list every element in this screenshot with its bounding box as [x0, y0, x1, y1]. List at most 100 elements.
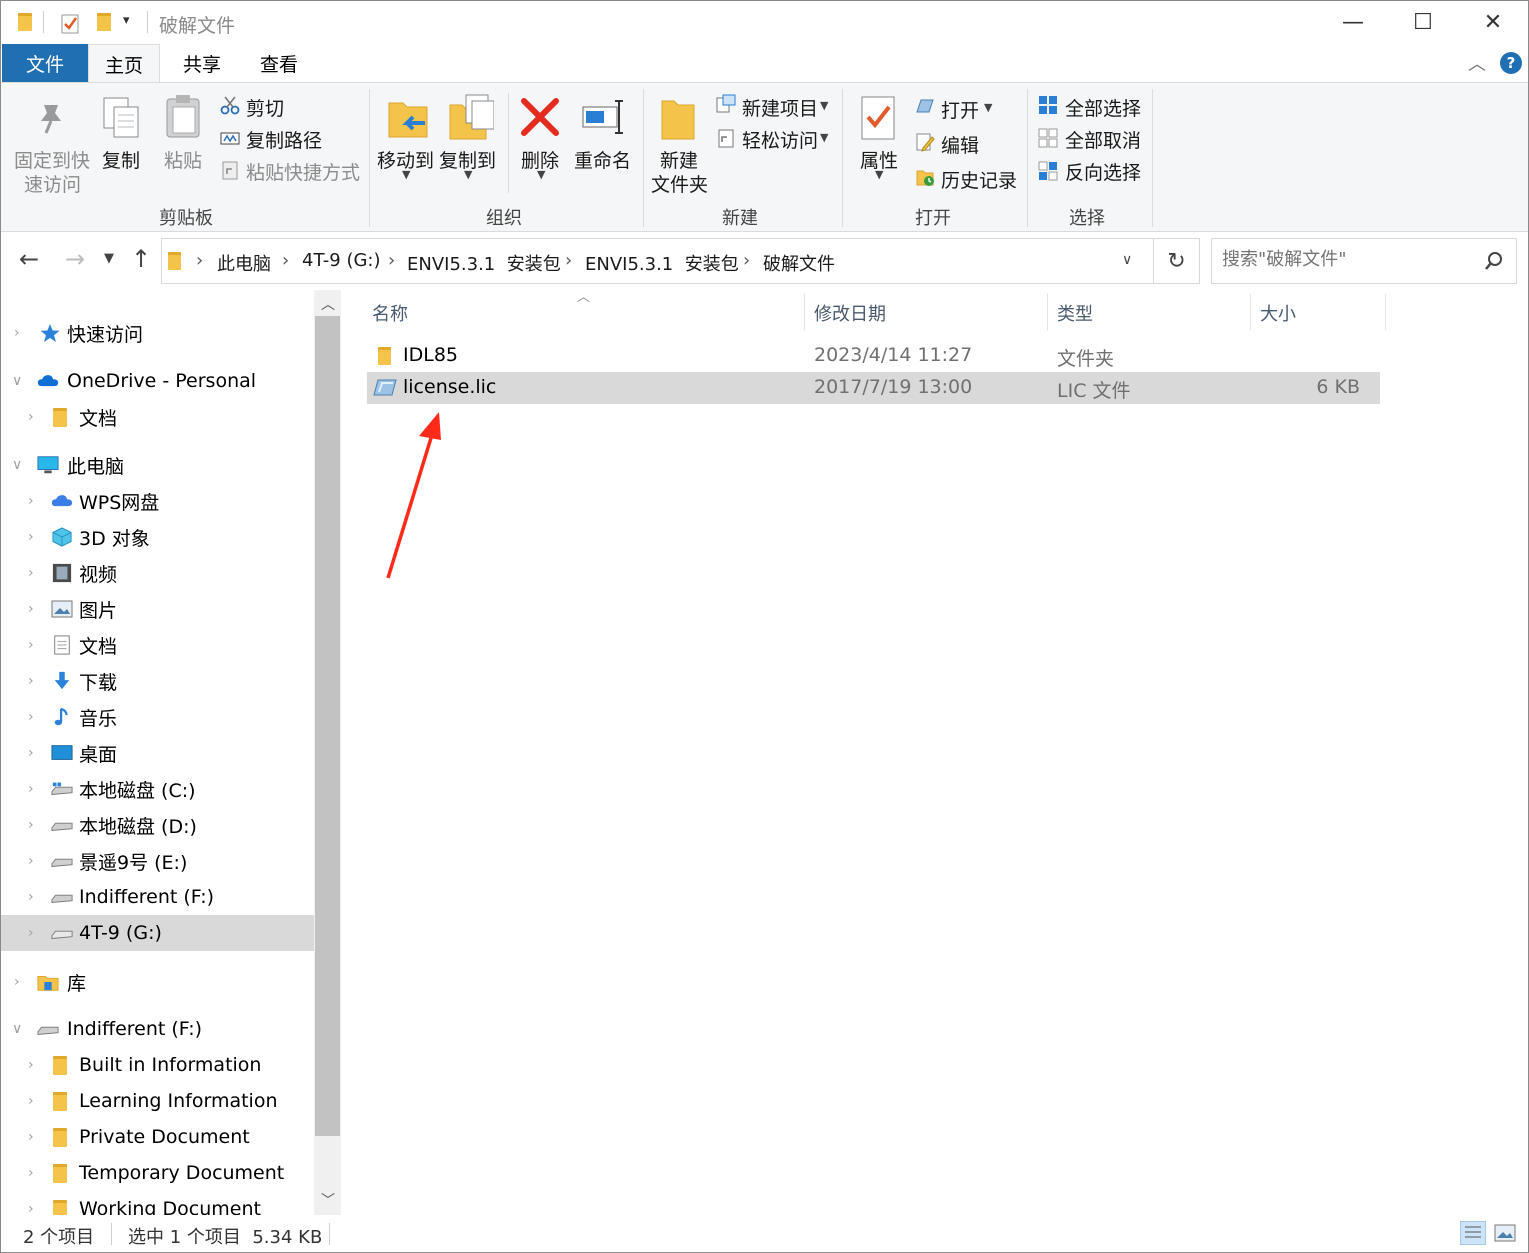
tree-item-folder[interactable]: › Temporary Document: [1, 1155, 314, 1191]
edit-icon: [916, 133, 935, 152]
tree-item-folder[interactable]: › Built in Information: [1, 1047, 314, 1083]
rename-button[interactable]: 重命名: [574, 146, 631, 173]
group-divider: [842, 89, 843, 227]
tree-item-onedrive[interactable]: ∨ OneDrive - Personal: [1, 363, 314, 399]
column-header-name[interactable]: 名称: [372, 300, 408, 326]
tree-item-quick-access[interactable]: › 快速访问: [1, 315, 314, 351]
tree-item-drive-g[interactable]: › 4T-9 (G:): [1, 915, 314, 951]
tab-file[interactable]: 文件: [2, 44, 88, 82]
back-button[interactable]: ←: [19, 245, 39, 273]
nav-scrollbar[interactable]: ︿ ﹀: [314, 290, 341, 1215]
breadcrumb-item[interactable]: ENVI5.3.1 安装包: [407, 250, 561, 276]
tree-item-indifferent-f[interactable]: ∨ Indifferent (F:): [1, 1011, 314, 1047]
address-bar[interactable]: › 此电脑 › 4T-9 (G:) › ENVI5.3.1 安装包 › ENVI…: [161, 238, 1154, 284]
tab-view[interactable]: 查看: [243, 44, 315, 82]
tree-item-music[interactable]: › 音乐: [1, 699, 314, 735]
easy-access-button[interactable]: 轻松访问: [742, 126, 818, 153]
file-modified: 2023/4/14 11:27: [814, 344, 973, 366]
tree-item-folder[interactable]: › Learning Information: [1, 1083, 314, 1119]
tree-item-label: 4T-9 (G:): [79, 922, 162, 944]
breadcrumb-item[interactable]: 破解文件: [763, 250, 835, 276]
column-divider[interactable]: [1047, 294, 1048, 330]
breadcrumb-separator: ›: [743, 250, 751, 271]
tree-item-drive-c[interactable]: › 本地磁盘 (C:): [1, 771, 314, 807]
folder-icon: [53, 1055, 67, 1075]
minimize-button[interactable]: —: [1318, 1, 1388, 43]
file-size: 6 KB: [1316, 376, 1360, 398]
edit-button[interactable]: 编辑: [941, 131, 979, 158]
breadcrumb-item[interactable]: 4T-9 (G:): [302, 250, 381, 271]
recent-locations-chevron-icon[interactable]: ▼: [104, 251, 114, 266]
tree-item-label: 快速访问: [67, 323, 144, 346]
column-header-size[interactable]: 大小: [1260, 300, 1296, 326]
search-box[interactable]: [1211, 238, 1517, 284]
scroll-up-icon[interactable]: ︿: [321, 294, 335, 314]
video-icon: [52, 563, 72, 583]
up-button[interactable]: ↑: [131, 245, 151, 273]
collapse-ribbon-icon[interactable]: ︿: [1468, 50, 1486, 76]
refresh-button[interactable]: ↻: [1154, 238, 1200, 284]
paste-shortcut-button[interactable]: 粘贴快捷方式: [246, 158, 360, 185]
group-divider: [1152, 89, 1153, 227]
chevron-down-icon[interactable]: ▾: [123, 13, 130, 28]
scrollbar-thumb[interactable]: [315, 316, 340, 1136]
tree-item-drive-e[interactable]: › 景遥9号 (E:): [1, 843, 314, 879]
tree-item-pictures[interactable]: › 图片: [1, 591, 314, 627]
search-icon[interactable]: [1484, 251, 1504, 271]
tree-item-desktop[interactable]: › 桌面: [1, 735, 314, 771]
cut-button[interactable]: 剪切: [246, 94, 284, 121]
tree-item-drive-f[interactable]: › Indifferent (F:): [1, 879, 314, 915]
column-divider[interactable]: [804, 294, 805, 330]
tree-item-downloads[interactable]: › 下载: [1, 663, 314, 699]
file-row[interactable]: license.lic 2017/7/19 13:00 LIC 文件 6 KB: [367, 372, 1380, 404]
tree-item-documents[interactable]: › 文档: [1, 627, 314, 663]
invert-selection-button[interactable]: 反向选择: [1065, 158, 1141, 185]
search-input[interactable]: [1222, 249, 1472, 270]
new-folder-button[interactable]: 新建: [660, 146, 698, 173]
breadcrumb-item[interactable]: ENVI5.3.1 安装包: [585, 250, 739, 276]
details-view-icon[interactable]: [1460, 1221, 1486, 1245]
scroll-down-icon[interactable]: ﹀: [321, 1190, 335, 1210]
tree-item-drive-d[interactable]: › 本地磁盘 (D:): [1, 807, 314, 843]
column-header-type[interactable]: 类型: [1057, 300, 1093, 326]
select-all-button[interactable]: 全部选择: [1065, 94, 1141, 121]
tab-share[interactable]: 共享: [166, 44, 238, 82]
maximize-button[interactable]: ☐: [1388, 1, 1458, 43]
tree-item-3d-objects[interactable]: › 3D 对象: [1, 519, 314, 555]
column-divider[interactable]: [1385, 294, 1386, 330]
tab-home[interactable]: 主页: [88, 44, 160, 83]
breadcrumb-item[interactable]: 此电脑: [217, 250, 271, 276]
select-group-label: 选择: [1069, 208, 1105, 229]
copy-path-button[interactable]: 复制路径: [246, 126, 322, 153]
wps-cloud-icon: [51, 495, 73, 507]
open-button[interactable]: 打开: [941, 96, 979, 123]
select-none-button[interactable]: 全部取消: [1065, 126, 1141, 153]
tree-item-folder[interactable]: › Private Document: [1, 1119, 314, 1155]
forward-button[interactable]: →: [65, 245, 85, 273]
column-divider[interactable]: [1250, 294, 1251, 330]
history-button[interactable]: 历史记录: [941, 166, 1017, 193]
column-header-modified[interactable]: 修改日期: [814, 300, 886, 326]
open-group-label: 打开: [915, 208, 951, 229]
download-icon: [54, 671, 70, 690]
file-list: ︿ 名称 修改日期 类型 大小 IDL85 2023/4/14 11:27 文件…: [341, 290, 1528, 1215]
tree-item-videos[interactable]: › 视频: [1, 555, 314, 591]
help-icon[interactable]: ?: [1500, 52, 1522, 74]
desktop-icon: [51, 745, 73, 760]
copy-button[interactable]: 复制: [102, 146, 140, 173]
properties-icon[interactable]: [61, 12, 81, 34]
tree-item-this-pc[interactable]: ∨ 此电脑: [1, 447, 314, 483]
tree-item-documents[interactable]: › 文档: [1, 399, 314, 435]
large-icons-view-icon[interactable]: [1492, 1221, 1518, 1245]
tree-item-wps-cloud[interactable]: › WPS网盘: [1, 483, 314, 519]
close-button[interactable]: ✕: [1458, 1, 1528, 43]
tree-item-label: 视频: [79, 563, 118, 586]
file-row[interactable]: IDL85 2023/4/14 11:27 文件夹: [367, 340, 1380, 372]
tree-item-libraries[interactable]: › 库: [1, 964, 314, 1000]
paste-button[interactable]: 粘贴: [164, 146, 202, 173]
new-item-button[interactable]: 新建项目: [742, 94, 818, 121]
navigation-bar: ← → ▼ ↑ › 此电脑 › 4T-9 (G:) › ENVI5.3.1 安装…: [1, 233, 1528, 289]
tree-item-folder[interactable]: › Working Document: [1, 1191, 314, 1215]
address-dropdown-chevron-icon[interactable]: ∨: [1122, 252, 1132, 268]
new-folder-icon[interactable]: [97, 13, 111, 31]
